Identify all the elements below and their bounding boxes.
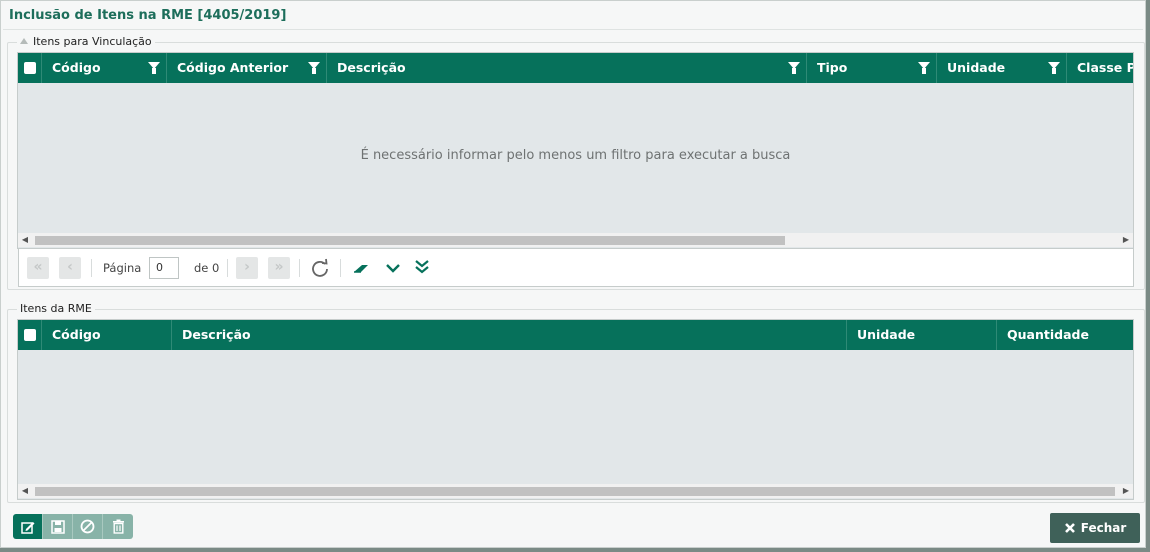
select-all-checkbox[interactable] [24, 62, 36, 74]
legend-label: Itens da RME [20, 302, 92, 315]
filter-icon[interactable] [308, 62, 320, 74]
col-codigo-anterior[interactable]: Código Anterior [167, 53, 327, 83]
legend-itens-rme: Itens da RME [17, 302, 95, 315]
collapse-triangle-icon[interactable] [20, 38, 28, 44]
prev-page-button[interactable]: ‹ [59, 257, 81, 279]
filter-icon[interactable] [788, 62, 800, 74]
edit-button[interactable] [13, 514, 43, 539]
horizontal-scrollbar[interactable]: ◀ ▶ [18, 233, 1133, 247]
col-unidade[interactable]: Unidade [847, 320, 997, 350]
legend-itens-vinculacao[interactable]: Itens para Vinculação [17, 35, 155, 48]
col-label: Código [52, 327, 101, 342]
filter-icon[interactable] [918, 62, 930, 74]
first-page-button[interactable]: « [27, 257, 49, 279]
grid-itens-vinculacao: Código Código Anterior Descrição Tipo Un… [17, 52, 1134, 249]
refresh-icon[interactable] [309, 257, 331, 279]
legend-label: Itens para Vinculação [33, 35, 152, 48]
col-quantidade[interactable]: Quantidade [997, 320, 1133, 350]
next-page-button[interactable]: › [236, 257, 258, 279]
ban-icon [80, 519, 95, 534]
title-divider [3, 29, 1143, 30]
close-button[interactable]: Fechar [1050, 513, 1140, 543]
col-tipo[interactable]: Tipo [807, 53, 937, 83]
col-label: Unidade [857, 327, 916, 342]
col-label: Descrição [337, 60, 406, 75]
select-all-cell[interactable] [18, 53, 42, 83]
col-unidade[interactable]: Unidade [937, 53, 1067, 83]
col-codigo[interactable]: Código [42, 320, 172, 350]
select-all-checkbox[interactable] [24, 329, 36, 341]
filter-icon[interactable] [148, 62, 160, 74]
page-input[interactable]: 0 [149, 257, 179, 279]
select-all-cell[interactable] [18, 320, 42, 350]
pager-divider [227, 259, 228, 277]
page-of-label: de 0 [194, 261, 220, 275]
close-icon [1064, 523, 1075, 533]
col-descricao[interactable]: Descrição [172, 320, 847, 350]
grid-itens-rme: Código Descrição Unidade Quantidade ◀ ▶ [17, 319, 1134, 500]
delete-button[interactable] [103, 514, 133, 539]
grid-header: Código Código Anterior Descrição Tipo Un… [18, 53, 1133, 83]
col-label: Tipo [817, 60, 848, 75]
pager-divider [299, 259, 300, 277]
col-label: Código [52, 60, 101, 75]
chevron-down-icon[interactable] [382, 257, 404, 279]
col-classe[interactable]: Classe Pa [1067, 53, 1133, 83]
col-label: Unidade [947, 60, 1006, 75]
dialog-window: Inclusão de Itens na RME [4405/2019] Ite… [0, 0, 1146, 548]
col-label: Quantidade [1007, 327, 1089, 342]
col-label: Descrição [182, 327, 251, 342]
scroll-right-icon[interactable]: ▶ [1119, 484, 1133, 498]
footer-toolbar [13, 514, 133, 539]
edit-icon [20, 521, 34, 534]
empty-message: É necessário informar pelo menos um filt… [360, 148, 791, 163]
col-codigo[interactable]: Código [42, 53, 167, 83]
pager-divider [340, 259, 341, 277]
scroll-thumb[interactable] [35, 236, 785, 245]
close-label: Fechar [1080, 521, 1127, 535]
horizontal-scrollbar[interactable]: ◀ ▶ [18, 484, 1133, 498]
col-descricao[interactable]: Descrição [327, 53, 807, 83]
trash-icon [112, 519, 124, 534]
last-page-button[interactable]: » [268, 257, 290, 279]
scroll-right-icon[interactable]: ▶ [1119, 233, 1133, 247]
scroll-thumb[interactable] [35, 487, 1115, 496]
filter-icon[interactable] [1048, 62, 1060, 74]
double-chevron-down-icon[interactable] [411, 257, 433, 279]
cancel-button[interactable] [73, 514, 103, 539]
dialog-title: Inclusão de Itens na RME [4405/2019] [9, 8, 287, 23]
col-label: Código Anterior [177, 60, 289, 75]
save-icon [50, 519, 65, 534]
save-button[interactable] [43, 514, 73, 539]
grid-header: Código Descrição Unidade Quantidade [18, 320, 1133, 350]
eraser-icon[interactable] [350, 257, 372, 279]
page-label: Página [103, 261, 142, 275]
pager: « ‹ Página 0 de 0 › » [18, 249, 1134, 287]
scroll-left-icon[interactable]: ◀ [18, 484, 32, 498]
col-label: Classe Pa [1077, 60, 1133, 75]
pager-divider [91, 259, 92, 277]
scroll-left-icon[interactable]: ◀ [18, 233, 32, 247]
